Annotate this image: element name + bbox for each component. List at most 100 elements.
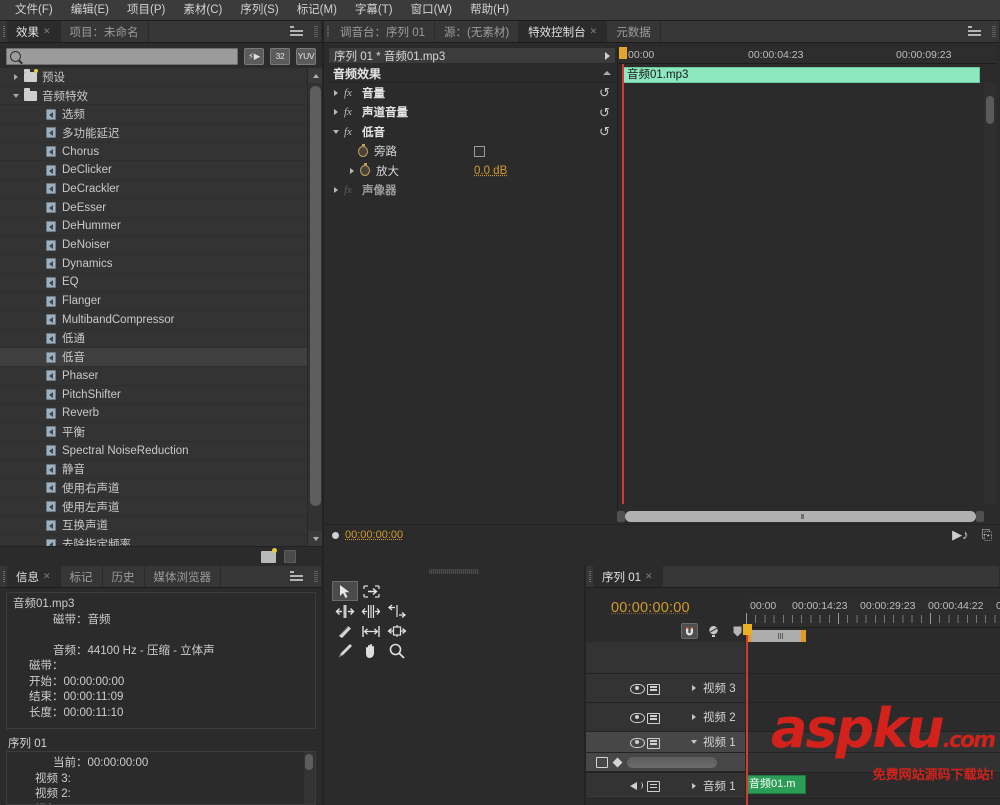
slide-tool[interactable] bbox=[384, 621, 410, 641]
search-input[interactable] bbox=[21, 50, 237, 62]
track-video-3[interactable]: 视频 3 bbox=[586, 674, 1000, 703]
effects-item-row[interactable]: 互换声道 bbox=[0, 517, 307, 536]
snap-toggle-icon[interactable] bbox=[681, 623, 698, 639]
effects-item-row[interactable]: Chorus bbox=[0, 143, 307, 162]
audio-effects-group-header[interactable]: 音频效果 bbox=[328, 64, 616, 83]
effects-item-row[interactable]: Flanger bbox=[0, 292, 307, 311]
effects-item-row[interactable]: Spectral NoiseReduction bbox=[0, 442, 307, 461]
menu-item-file[interactable]: 文件(F) bbox=[6, 1, 62, 20]
stopwatch-icon[interactable] bbox=[360, 163, 370, 177]
param-row-boost[interactable]: 放大 0.0 dB bbox=[328, 161, 616, 181]
fx-icon[interactable]: fx bbox=[344, 126, 357, 138]
effects-item-row[interactable]: DeEsser bbox=[0, 199, 307, 218]
razor-tool[interactable] bbox=[332, 621, 358, 641]
menu-item-sequence[interactable]: 序列(S) bbox=[231, 1, 287, 20]
effect-controls-clip-header[interactable]: 序列 01 * 音频01.mp3 bbox=[328, 47, 616, 64]
playhead-handle[interactable] bbox=[743, 624, 752, 635]
clip-bar[interactable]: 音频01.mp3 bbox=[623, 67, 980, 83]
effects-item-row[interactable]: 低音 bbox=[0, 348, 307, 367]
scroll-left-cap[interactable] bbox=[617, 511, 625, 522]
boost-value[interactable]: 0.0 dB bbox=[474, 165, 507, 177]
effects-item-row[interactable]: 使用左声道 bbox=[0, 498, 307, 517]
track-video-1-keyframe-row[interactable] bbox=[586, 753, 1000, 773]
tab-history[interactable]: 历史 bbox=[103, 566, 145, 587]
menu-item-marker[interactable]: 标记(M) bbox=[288, 1, 346, 20]
panel-drag-handle[interactable] bbox=[429, 569, 479, 574]
scroll-down-icon[interactable] bbox=[308, 531, 322, 546]
lock-icon[interactable] bbox=[647, 780, 661, 792]
panel-menu-icon[interactable] bbox=[290, 26, 304, 37]
panel-drag-handle[interactable] bbox=[324, 21, 331, 42]
track-video-2[interactable]: 视频 2 bbox=[586, 703, 1000, 732]
close-icon[interactable]: ✕ bbox=[645, 571, 653, 582]
param-row-bypass[interactable]: 旁路 bbox=[328, 142, 616, 162]
tab-markers[interactable]: 标记 bbox=[61, 566, 103, 587]
effect-row-panner[interactable]: fx 声像器 bbox=[328, 181, 616, 201]
scrollbar-thumb[interactable] bbox=[305, 754, 313, 770]
track-area[interactable] bbox=[746, 732, 1000, 752]
panel-drag-handle[interactable] bbox=[0, 566, 7, 587]
timeline-ruler[interactable]: 00:00 00:00:14:23 00:00:29:23 00:00:44:2… bbox=[746, 598, 1000, 628]
close-icon[interactable]: ✕ bbox=[43, 571, 51, 582]
menu-item-title[interactable]: 字幕(T) bbox=[346, 1, 402, 20]
effect-row-channel-volume[interactable]: fx 声道音量 ↺ bbox=[328, 103, 616, 123]
chevron-right-icon[interactable] bbox=[605, 51, 610, 60]
close-icon[interactable]: ✕ bbox=[43, 26, 51, 37]
effects-item-row[interactable]: EQ bbox=[0, 274, 307, 293]
timeline-clip-audio-01[interactable]: 音频01.m bbox=[746, 775, 806, 794]
lock-icon[interactable] bbox=[647, 712, 661, 724]
eye-icon[interactable] bbox=[630, 712, 645, 723]
panel-drag-handle[interactable] bbox=[0, 21, 7, 42]
reset-icon[interactable]: ↺ bbox=[599, 106, 612, 119]
tab-info[interactable]: 信息 ✕ bbox=[7, 566, 61, 587]
effects-item-row[interactable]: 平衡 bbox=[0, 423, 307, 442]
tab-metadata[interactable]: 元数据 bbox=[607, 21, 661, 42]
scroll-up-icon[interactable] bbox=[308, 68, 322, 83]
panel-drag-handle[interactable] bbox=[586, 566, 593, 587]
accelerated-effects-icon[interactable]: ⚡▶ bbox=[244, 47, 264, 65]
chevron-right-icon[interactable] bbox=[328, 109, 344, 116]
set-display-style-icon[interactable] bbox=[596, 756, 608, 768]
stopwatch-icon[interactable] bbox=[358, 143, 368, 157]
effect-controls-ruler[interactable]: 00:00 00:00:04:23 00:00:09:23 bbox=[618, 47, 996, 64]
track-audio-1[interactable]: 音频 1 音频01.m bbox=[586, 773, 1000, 799]
rate-stretch-tool[interactable] bbox=[384, 601, 410, 621]
chevron-right-icon[interactable] bbox=[689, 685, 699, 691]
fx-icon[interactable]: fx bbox=[344, 87, 357, 99]
effects-item-row[interactable]: DeCrackler bbox=[0, 180, 307, 199]
scrollbar-thumb[interactable] bbox=[986, 96, 994, 124]
effects-item-row[interactable]: 选频 bbox=[0, 105, 307, 125]
tab-audio-mixer[interactable]: 调音台：序列 01 bbox=[331, 21, 435, 42]
32bit-color-icon[interactable]: 32 bbox=[270, 47, 290, 65]
yuv-effects-icon[interactable]: YUV bbox=[296, 47, 316, 65]
chevron-right-icon[interactable] bbox=[328, 187, 344, 194]
hand-tool[interactable] bbox=[358, 641, 384, 661]
effect-controls-hscrollbar[interactable] bbox=[617, 510, 984, 523]
lock-icon[interactable] bbox=[647, 683, 661, 695]
bypass-checkbox[interactable] bbox=[474, 145, 485, 157]
keyframe-nav-pill[interactable] bbox=[627, 756, 717, 768]
effects-item-row[interactable]: Dynamics bbox=[0, 255, 307, 274]
chevron-down-icon[interactable] bbox=[8, 93, 24, 98]
effect-controls-track-area[interactable]: 音频01.mp3 bbox=[618, 64, 996, 504]
menu-item-help[interactable]: 帮助(H) bbox=[461, 1, 518, 20]
chevron-right-icon[interactable] bbox=[8, 73, 24, 80]
menu-item-window[interactable]: 窗口(W) bbox=[402, 1, 462, 20]
effects-tree[interactable]: 预设 音频特效 选频 多功能延迟 Chorus DeClicker DeCrackler De… bbox=[0, 68, 322, 546]
keyframe-nav-icon[interactable] bbox=[332, 531, 339, 539]
new-custom-bin-icon[interactable] bbox=[261, 547, 277, 563]
effects-item-row[interactable]: 低通 bbox=[0, 330, 307, 349]
effects-item-row[interactable]: PitchShifter bbox=[0, 386, 307, 405]
info-scrollbar[interactable] bbox=[304, 752, 315, 804]
chevron-right-icon[interactable] bbox=[689, 714, 699, 720]
track-area[interactable] bbox=[746, 674, 1000, 702]
effects-item-row[interactable]: DeNoiser bbox=[0, 236, 307, 255]
work-area-bar[interactable] bbox=[746, 630, 1000, 642]
track-area[interactable] bbox=[746, 703, 1000, 731]
effect-row-volume[interactable]: fx 音量 ↺ bbox=[328, 83, 616, 103]
reset-icon[interactable]: ↺ bbox=[599, 125, 612, 138]
panel-menu-icon[interactable] bbox=[290, 571, 304, 582]
chevron-up-icon[interactable] bbox=[603, 71, 611, 75]
chevron-down-icon[interactable] bbox=[328, 129, 344, 134]
status-timecode[interactable]: 00:00:00:00 bbox=[345, 529, 403, 541]
